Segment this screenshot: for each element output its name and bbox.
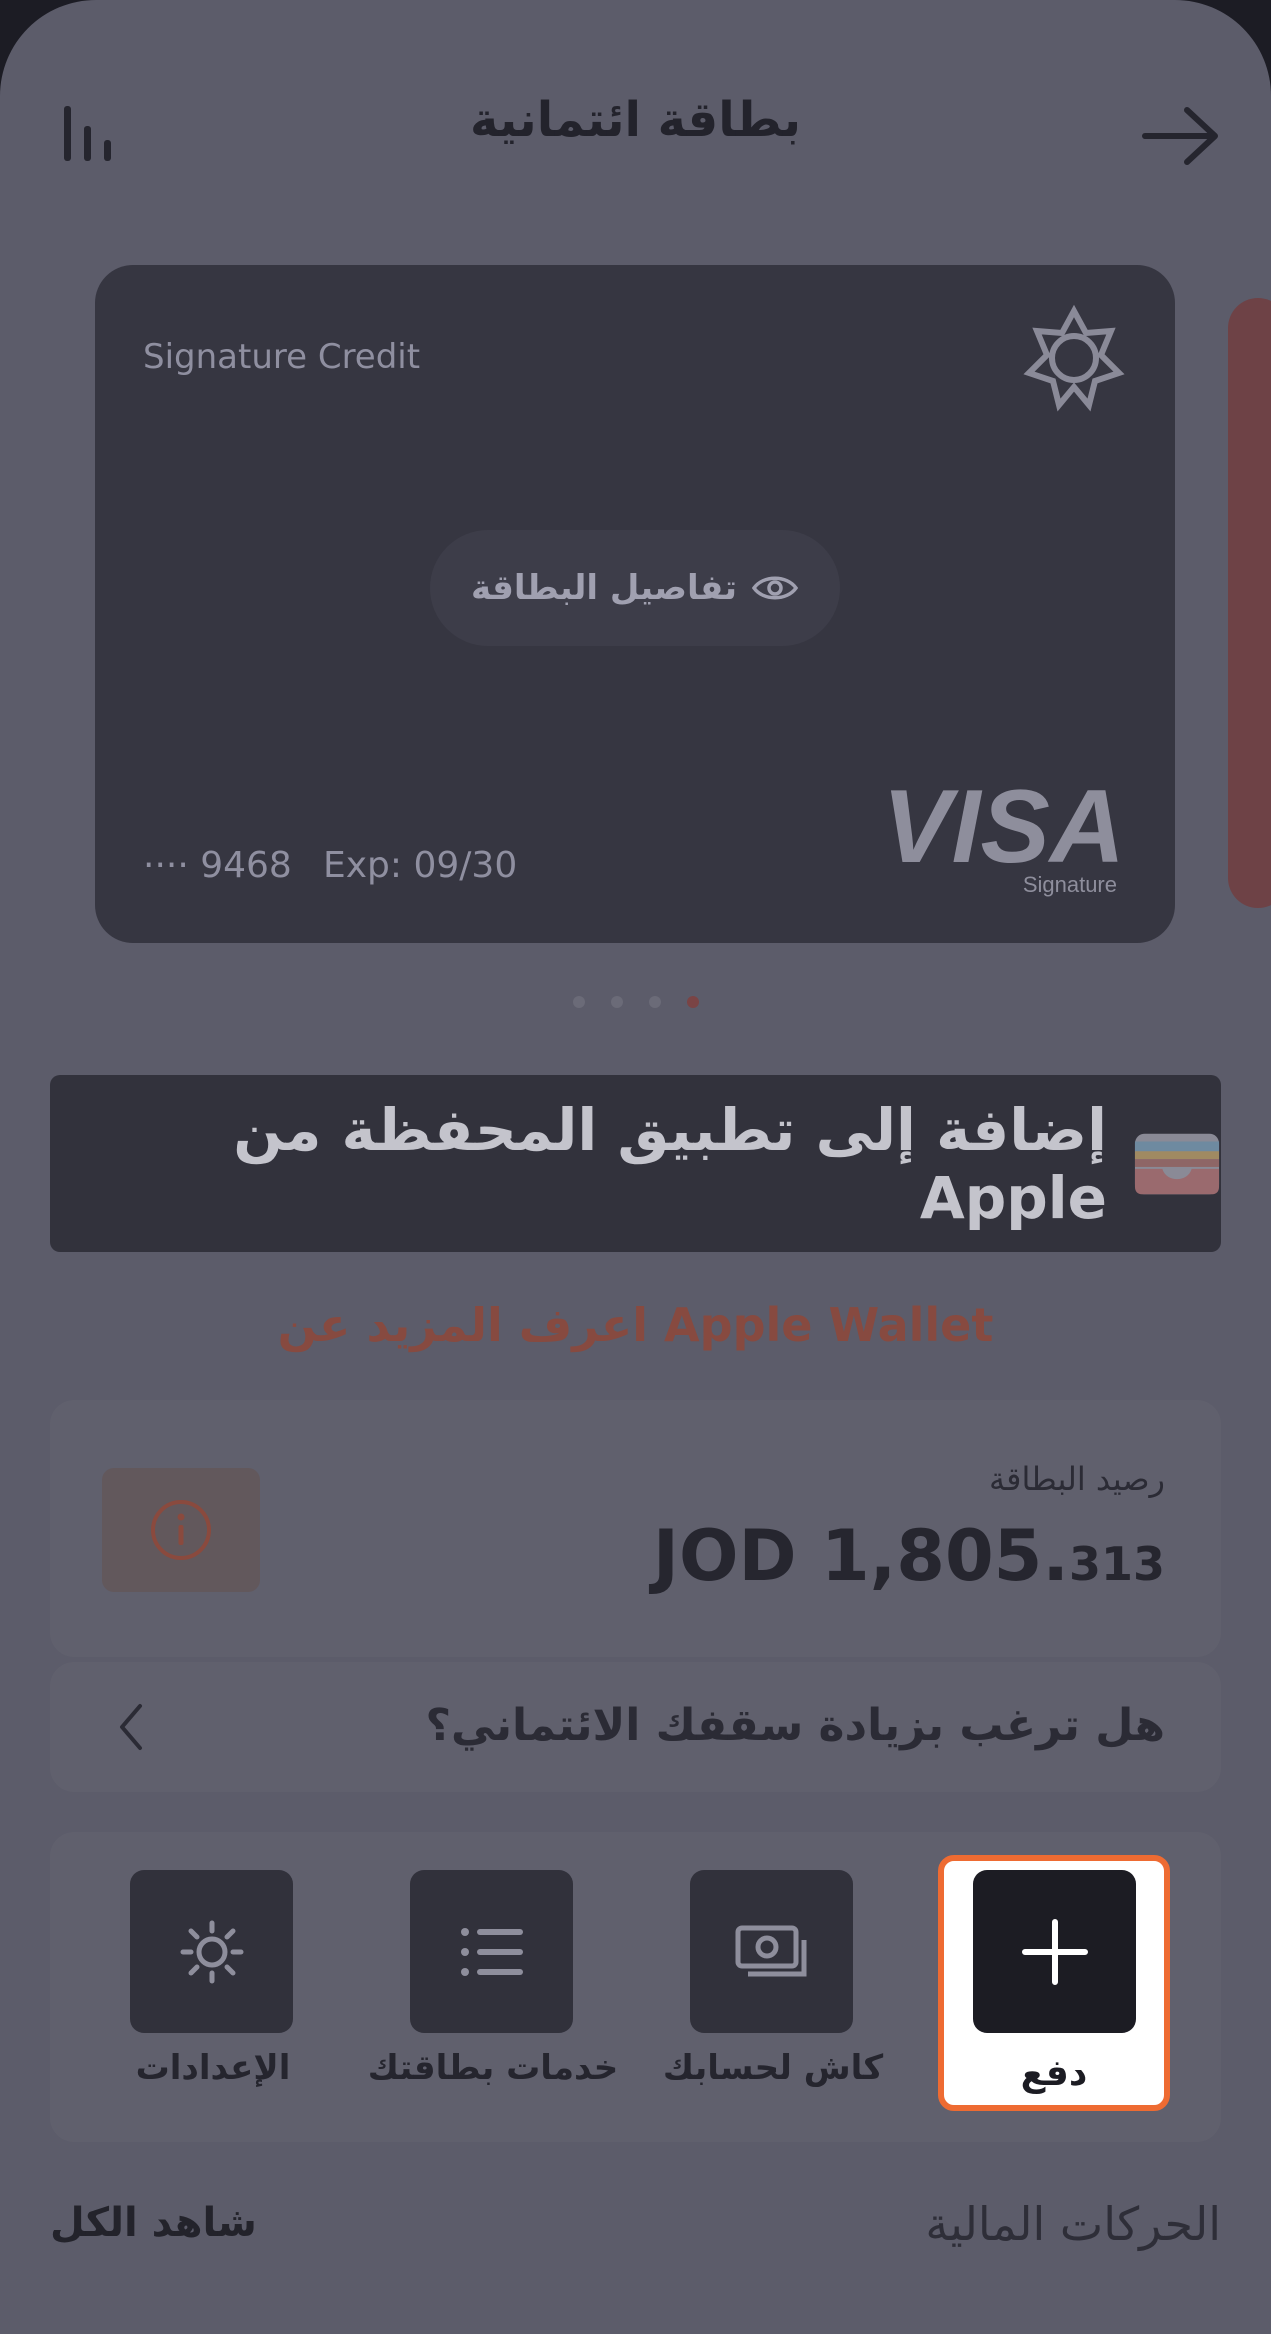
pager-dot[interactable] (572, 996, 585, 1008)
card-details-button[interactable]: تفاصيل البطاقة (430, 530, 840, 646)
info-button[interactable] (102, 1468, 260, 1592)
see-all-link[interactable]: شاهد الكل (50, 2200, 257, 2246)
pager-dot-active[interactable] (686, 996, 699, 1008)
back-arrow-icon[interactable] (1139, 106, 1223, 166)
cash-to-account-action[interactable]: كاش لحسابك (663, 1870, 883, 2088)
increase-limit-row[interactable]: هل ترغب بزيادة سقفك الائتماني؟ (50, 1662, 1221, 1792)
cash-to-account-tile[interactable] (690, 1870, 853, 2033)
card-services-label: خدمات بطاقتك (367, 2048, 619, 2088)
learn-more-link[interactable]: اعرف المزيد عن Apple Wallet (0, 1298, 1271, 1352)
pager-dot[interactable] (610, 996, 623, 1008)
card-pager (0, 996, 1271, 1008)
card-expiry: Exp: 09/30 (323, 845, 518, 886)
transactions-title: الحركات المالية (925, 2197, 1221, 2251)
settings-label: الإعدادات (135, 2048, 291, 2088)
card-details-label: تفاصيل البطاقة (471, 568, 737, 608)
card-services-tile[interactable] (410, 1870, 573, 2033)
balance-decimal: 313 (1068, 1537, 1165, 1591)
pager-dot[interactable] (648, 996, 661, 1008)
card-number: ···· 9468 (143, 845, 292, 886)
pay-tile[interactable] (973, 1870, 1136, 2033)
bank-logo-icon (1023, 304, 1125, 412)
balance-currency: JOD (652, 1515, 797, 1597)
plus-icon (1021, 1918, 1088, 1985)
card-services-action[interactable]: خدمات بطاقتك (368, 1870, 618, 2088)
balance-amount: JOD 1,805.313 (653, 1515, 1165, 1597)
eye-icon (751, 576, 799, 600)
wallet-icon (1134, 1133, 1220, 1194)
credit-card[interactable]: Signature Credit تفاصيل البطاقة ···· 946… (95, 265, 1175, 943)
list-icon (460, 1927, 523, 1976)
balance-label: رصيد البطاقة (989, 1460, 1165, 1498)
gear-icon (180, 1920, 243, 1983)
page-title: بطاقة ائتمانية (469, 92, 802, 148)
settings-tile[interactable] (130, 1870, 293, 2033)
add-to-apple-wallet-button[interactable]: إضافة إلى تطبيق المحفظة من Apple (50, 1075, 1221, 1252)
visa-logo: VISA Signature (882, 770, 1125, 897)
balance-whole: 1,805. (820, 1515, 1069, 1597)
cash-icon (735, 1925, 806, 1976)
cash-to-account-label: كاش لحسابك (662, 2048, 884, 2088)
next-card-peek[interactable] (1228, 298, 1271, 908)
visa-signature-text: Signature (1023, 872, 1117, 897)
card-type-label: Signature Credit (143, 337, 421, 377)
increase-limit-text: هل ترغب بزيادة سقفك الائتماني؟ (425, 1700, 1165, 1751)
add-to-wallet-label: إضافة إلى تطبيق المحفظة من Apple (233, 1095, 1107, 1232)
pay-label: دفع (1020, 2053, 1088, 2094)
balance-card: رصيد البطاقة JOD 1,805.313 (50, 1400, 1221, 1657)
chevron-left-icon (120, 1704, 142, 1750)
app-screen: بطاقة ائتمانية Signature Credit تفاصيل ا… (0, 0, 1271, 2334)
settings-action[interactable]: الإعدادات (113, 1870, 313, 2088)
info-icon (151, 1500, 211, 1560)
visa-wordmark: VISA (882, 770, 1125, 885)
